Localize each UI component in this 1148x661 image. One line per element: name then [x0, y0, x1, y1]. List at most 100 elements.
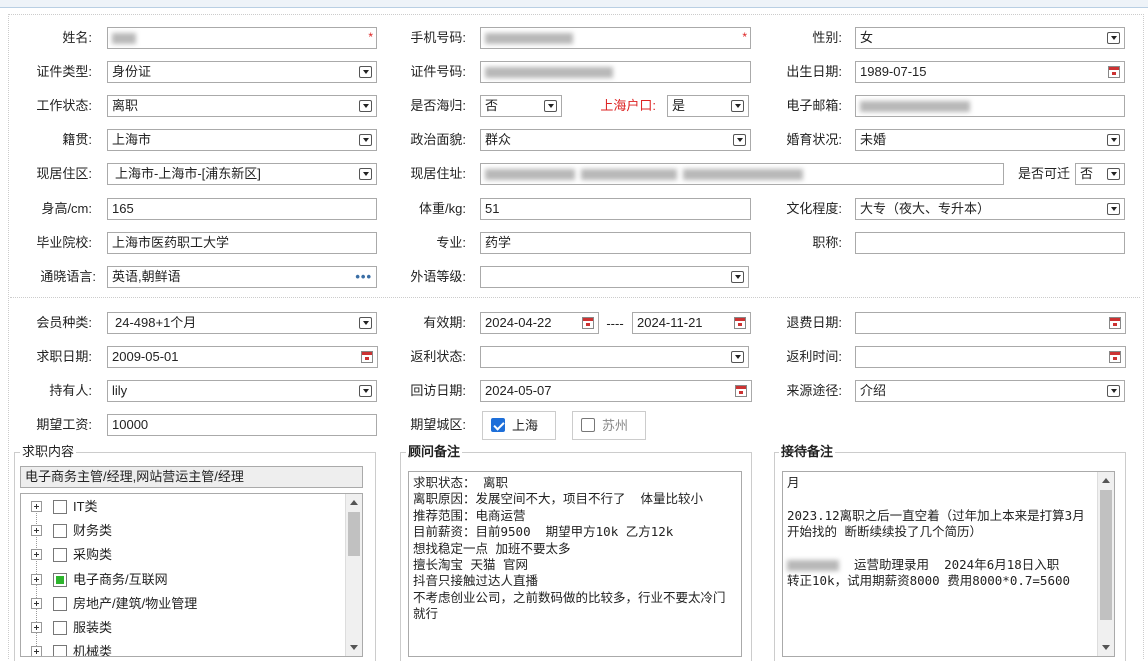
- more-icon[interactable]: •••: [355, 267, 372, 287]
- weight-input[interactable]: 51: [480, 198, 751, 220]
- selected-jobs-field[interactable]: 电子商务主管/经理,网站营运主管/经理: [20, 466, 363, 488]
- chevron-down-icon[interactable]: [1107, 32, 1120, 44]
- salary-label: 期望工资:: [36, 417, 92, 432]
- refund-date-input[interactable]: [855, 312, 1126, 334]
- calendar-icon[interactable]: [582, 317, 594, 329]
- redacted-text: [787, 560, 839, 572]
- job-date-input[interactable]: 2009-05-01: [107, 346, 378, 368]
- height-input[interactable]: 165: [107, 198, 377, 220]
- valid-to-input[interactable]: 2024-11-21: [632, 312, 751, 334]
- scroll-thumb[interactable]: [1100, 490, 1112, 620]
- chevron-down-icon[interactable]: [1107, 168, 1120, 180]
- holder-label: 持有人:: [49, 383, 92, 398]
- checkbox-checked-icon[interactable]: [491, 418, 505, 432]
- checkbox-icon[interactable]: [53, 597, 67, 611]
- birth-date-input[interactable]: 1989-07-15: [855, 61, 1125, 83]
- chevron-down-icon[interactable]: [1107, 134, 1120, 146]
- rebate-status-select[interactable]: [480, 346, 749, 368]
- foreign-level-select[interactable]: [480, 266, 749, 288]
- overseas-select[interactable]: 否: [480, 95, 562, 117]
- education-select[interactable]: 大专（夜大、专升本）: [855, 198, 1125, 220]
- calendar-icon[interactable]: [361, 351, 373, 363]
- title-input[interactable]: [855, 232, 1125, 254]
- political-select[interactable]: 群众: [480, 129, 751, 151]
- chevron-down-icon[interactable]: [359, 66, 372, 78]
- job-category-tree[interactable]: IT类 财务类 采购类 电子商务/互联网 房地产/建筑/物业管理 服装类 机械类: [20, 493, 363, 657]
- chevron-down-icon[interactable]: [359, 134, 372, 146]
- chevron-down-icon[interactable]: [731, 351, 744, 363]
- expand-icon[interactable]: [31, 549, 42, 560]
- native-select[interactable]: 上海市: [107, 129, 377, 151]
- notes-scrollbar[interactable]: [1097, 472, 1114, 656]
- chevron-down-icon[interactable]: [1107, 385, 1120, 397]
- expand-icon[interactable]: [31, 646, 42, 656]
- gender-select[interactable]: 女: [855, 27, 1125, 49]
- birth-label: 出生日期:: [786, 64, 842, 79]
- scroll-up-icon[interactable]: [1102, 478, 1110, 483]
- calendar-icon[interactable]: [735, 385, 747, 397]
- scroll-up-icon[interactable]: [350, 500, 358, 505]
- visit-date-input[interactable]: 2024-05-07: [480, 380, 752, 402]
- chevron-down-icon[interactable]: [359, 317, 372, 329]
- tree-scrollbar[interactable]: [345, 494, 362, 656]
- reception-notes-textarea[interactable]: 月 2023.12离职之后一直空着（过年加上本来是打算3月开始找的 断断续续投了…: [782, 471, 1115, 657]
- chevron-down-icon[interactable]: [359, 385, 372, 397]
- holder-select[interactable]: lily: [107, 380, 377, 402]
- id-no-input[interactable]: [480, 61, 751, 83]
- school-input[interactable]: 上海市医药职工大学: [107, 232, 377, 254]
- chevron-down-icon[interactable]: [1107, 203, 1120, 215]
- checkbox-icon[interactable]: [53, 548, 67, 562]
- chevron-down-icon[interactable]: [731, 271, 744, 283]
- calendar-icon[interactable]: [1109, 351, 1121, 363]
- calendar-icon[interactable]: [1109, 317, 1121, 329]
- scroll-thumb[interactable]: [348, 512, 360, 556]
- checkbox-empty-icon[interactable]: [581, 418, 595, 432]
- expand-icon[interactable]: [31, 598, 42, 609]
- marital-select[interactable]: 未婚: [855, 129, 1125, 151]
- shanghai-hukou-label: 上海户口:: [600, 98, 656, 113]
- expand-icon[interactable]: [31, 525, 42, 536]
- residence-select[interactable]: 上海市-上海市-[浦东新区]: [107, 163, 377, 185]
- checkbox-partial-icon[interactable]: [53, 573, 67, 587]
- work-status-select[interactable]: 离职: [107, 95, 377, 117]
- rebate-time-input[interactable]: [855, 346, 1126, 368]
- expand-icon[interactable]: [31, 622, 42, 633]
- advisor-notes-textarea[interactable]: 求职状态： 离职 离职原因：发展空间不大，项目不行了 体量比较小 推荐范围：电商…: [408, 471, 742, 657]
- source-select[interactable]: 介绍: [855, 380, 1125, 402]
- city-checkbox-shanghai[interactable]: 上海: [482, 411, 556, 440]
- expand-icon[interactable]: [31, 501, 42, 512]
- expand-icon[interactable]: [31, 574, 42, 585]
- major-input[interactable]: 药学: [480, 232, 751, 254]
- chevron-down-icon[interactable]: [359, 100, 372, 112]
- name-input[interactable]: *: [107, 27, 377, 49]
- chevron-down-icon[interactable]: [359, 168, 372, 180]
- languages-input[interactable]: 英语,朝鲜语 •••: [107, 266, 377, 288]
- overseas-label: 是否海归:: [410, 98, 466, 113]
- city-checkbox-suzhou[interactable]: 苏州: [572, 411, 646, 440]
- phone-input[interactable]: *: [480, 27, 751, 49]
- education-label: 文化程度:: [786, 201, 842, 216]
- calendar-icon[interactable]: [1108, 66, 1120, 78]
- checkbox-icon[interactable]: [53, 645, 67, 656]
- checkbox-icon[interactable]: [53, 621, 67, 635]
- refund-date-label: 退费日期:: [786, 315, 842, 330]
- relocate-select[interactable]: 否: [1075, 163, 1125, 185]
- checkbox-icon[interactable]: [53, 524, 67, 538]
- redacted-text: [581, 169, 677, 181]
- salary-input[interactable]: 10000: [107, 414, 377, 436]
- shanghai-hukou-select[interactable]: 是: [667, 95, 749, 117]
- address-input[interactable]: [480, 163, 1004, 185]
- email-input[interactable]: [855, 95, 1125, 117]
- id-type-select[interactable]: 身份证: [107, 61, 377, 83]
- scroll-down-icon[interactable]: [350, 645, 358, 650]
- valid-from-input[interactable]: 2024-04-22: [480, 312, 599, 334]
- chevron-down-icon[interactable]: [733, 134, 746, 146]
- member-type-select[interactable]: 24-498+1个月: [107, 312, 377, 334]
- scroll-down-icon[interactable]: [1102, 645, 1110, 650]
- calendar-icon[interactable]: [734, 317, 746, 329]
- height-label: 身高/cm:: [41, 201, 92, 216]
- chevron-down-icon[interactable]: [731, 100, 744, 112]
- redacted-text: [485, 67, 613, 79]
- chevron-down-icon[interactable]: [544, 100, 557, 112]
- checkbox-icon[interactable]: [53, 500, 67, 514]
